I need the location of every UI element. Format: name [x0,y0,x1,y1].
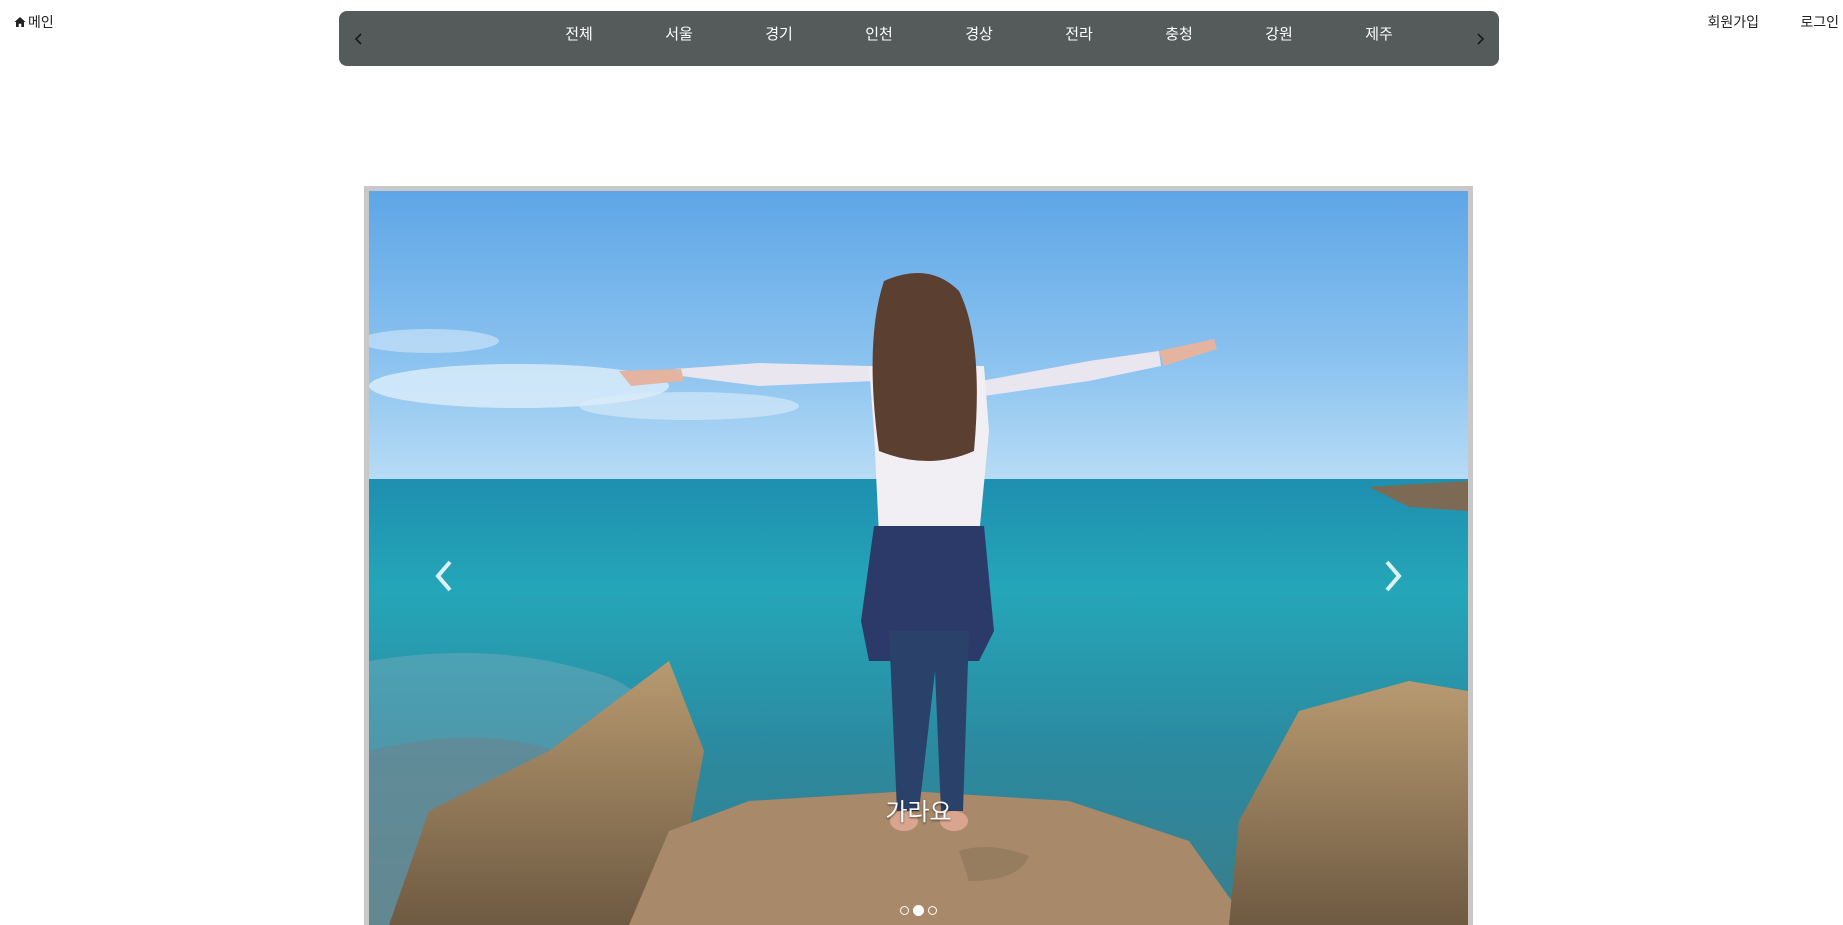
login-link[interactable]: 로그인 [1800,12,1839,32]
region-nav: 전체 서울 경기 인천 경상 전라 충청 강원 제주 [339,11,1499,66]
chevron-right-icon [1385,560,1402,592]
region-nav-next-button[interactable] [1465,11,1495,66]
region-nav-item-all[interactable]: 전체 [529,23,629,44]
region-nav-item-jeju[interactable]: 제주 [1329,23,1429,44]
region-nav-items: 전체 서울 경기 인천 경상 전라 충청 강원 제주 [529,11,1429,55]
region-nav-item-gangwon[interactable]: 강원 [1229,23,1329,44]
chevron-left-icon [435,560,452,592]
region-nav-item-jeolla[interactable]: 전라 [1029,23,1129,44]
image-carousel: 가라요 [364,186,1473,925]
home-link[interactable]: 메인 [14,12,54,32]
carousel-indicators [369,905,1468,916]
chevron-right-icon [1476,32,1484,45]
carousel-indicator[interactable] [928,906,937,915]
carousel-prev-button[interactable] [424,551,464,601]
carousel-next-button[interactable] [1373,551,1413,601]
region-nav-item-gyeonggi[interactable]: 경기 [729,23,829,44]
carousel-indicator[interactable] [900,906,909,915]
signup-link[interactable]: 회원가입 [1707,12,1759,32]
region-nav-item-gyeongsang[interactable]: 경상 [929,23,1029,44]
home-icon [14,17,26,27]
carousel-indicator-active[interactable] [913,905,924,916]
region-nav-item-incheon[interactable]: 인천 [829,23,929,44]
slide-caption: 가라요 [885,798,952,826]
chevron-left-icon [354,32,362,45]
region-nav-item-chungcheong[interactable]: 충청 [1129,23,1229,44]
region-nav-item-seoul[interactable]: 서울 [629,23,729,44]
home-label: 메인 [28,15,54,31]
region-nav-prev-button[interactable] [343,11,373,66]
